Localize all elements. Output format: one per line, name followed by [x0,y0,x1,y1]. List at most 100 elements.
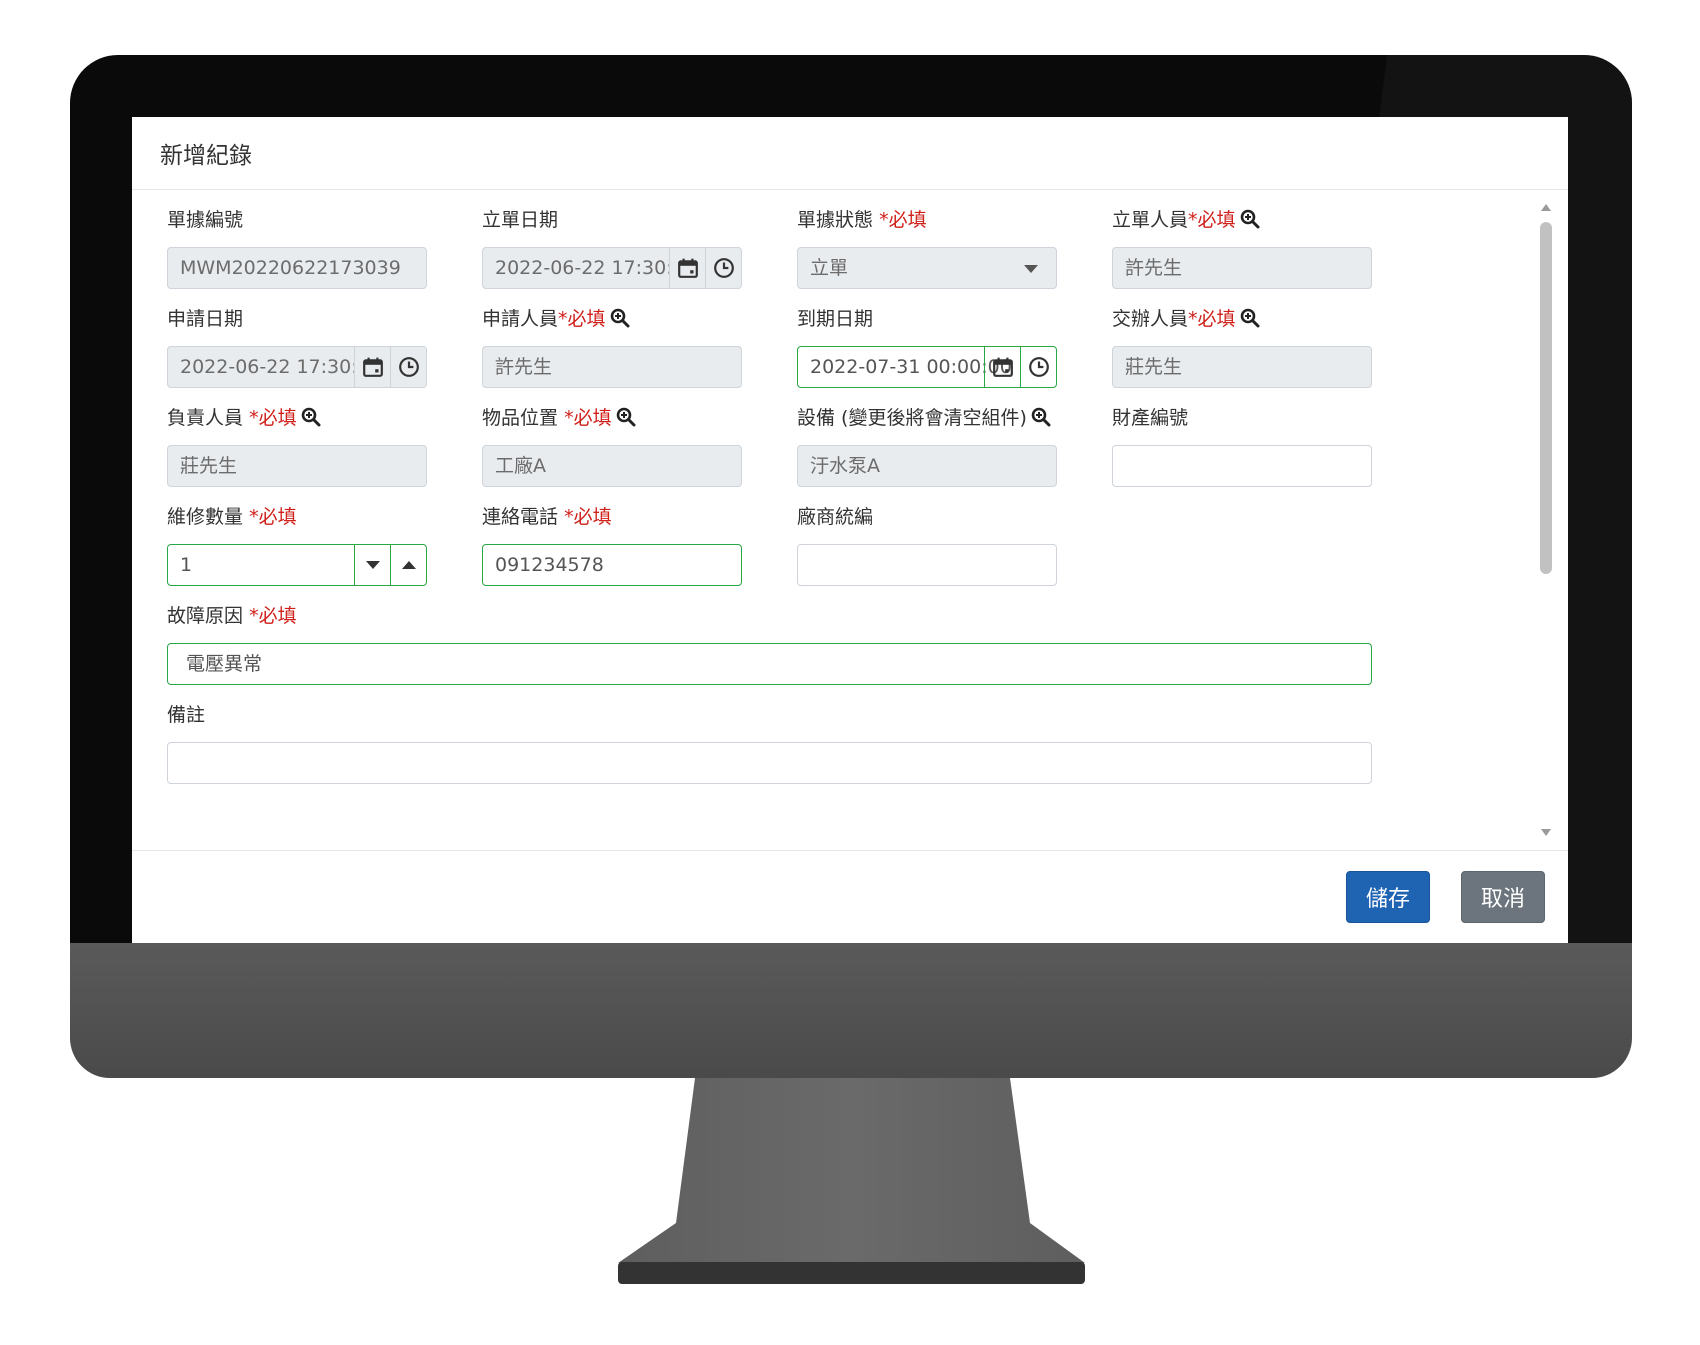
clock-icon[interactable] [705,248,741,288]
owner-value: 莊先生 [180,455,238,477]
zoom-in-icon[interactable] [1240,209,1260,229]
applicant-label: 申請人員 [482,308,559,330]
field-equipment: 設備 (變更後將會清空組件) 汙水泵A [797,403,1057,487]
create-date-value: 2022-06-22 17:30:39 [495,257,697,279]
zoom-in-icon[interactable] [616,407,636,427]
field-apply-date: 申請日期 2022-06-22 17:30:39 [167,304,427,388]
spin-down-icon[interactable] [354,545,390,585]
dropdown-caret-icon [1024,265,1038,273]
field-doc-status: 單據狀態 *必填 立單 [797,205,1057,289]
phone-input[interactable]: 091234578 [482,544,742,586]
location-label: 物品位置 [482,407,559,429]
due-date-input[interactable]: 2022-07-31 00:00:00 [797,346,1057,388]
field-location: 物品位置 *必填 工廠A [482,403,742,487]
repair-qty-label: 維修數量 [167,506,244,528]
dialog-title: 新增紀錄 [160,143,252,169]
field-asset-no: 財產編號 [1112,403,1372,487]
monitor-base [618,1262,1085,1284]
required-mark: *必填 [564,407,612,429]
scroll-thumb[interactable] [1540,222,1552,574]
vendor-tax-id-label: 廠商統編 [797,506,874,528]
calendar-icon[interactable] [984,347,1020,387]
due-date-label: 到期日期 [797,308,874,330]
doc-status-label: 單據狀態 [797,209,874,231]
handler-value: 莊先生 [1125,356,1183,378]
field-applicant: 申請人員*必填 許先生 [482,304,742,388]
required-mark: *必填 [249,506,297,528]
repair-qty-value: 1 [180,554,193,576]
doc-no-value: MWM20220622173039 [180,257,401,279]
field-handler: 交辦人員*必填 莊先生 [1112,304,1372,388]
apply-date-input[interactable]: 2022-06-22 17:30:39 [167,346,427,388]
required-mark: *必填 [249,407,297,429]
equipment-label: 設備 (變更後將會清空組件) [797,407,1027,429]
field-remarks: 備註 [167,700,1372,784]
doc-no-input[interactable]: MWM20220622173039 [167,247,427,289]
location-value: 工廠A [495,455,546,477]
required-mark: *必填 [564,506,612,528]
creator-value: 許先生 [1125,257,1183,279]
field-doc-no: 單據編號 MWM20220622173039 [167,205,427,289]
handler-input[interactable]: 莊先生 [1112,346,1372,388]
asset-no-input[interactable] [1112,445,1372,487]
dialog-scrollbar[interactable] [1538,200,1554,840]
applicant-value: 許先生 [495,356,553,378]
modal-dialog: 新增紀錄 單據編號 MWM20220622173039 立單日期 2022-06… [132,117,1568,943]
create-date-label: 立單日期 [482,209,559,231]
owner-input[interactable]: 莊先生 [167,445,427,487]
doc-no-label: 單據編號 [167,209,244,231]
scroll-down-arrow[interactable] [1541,829,1551,836]
monitor-stand [618,1078,1085,1263]
asset-no-label: 財產編號 [1112,407,1189,429]
phone-value: 091234578 [495,554,604,576]
field-creator: 立單人員*必填 許先生 [1112,205,1372,289]
cancel-button[interactable]: 取消 [1461,871,1545,923]
dialog-header: 新增紀錄 [132,117,1568,190]
field-owner: 負責人員 *必填 莊先生 [167,403,427,487]
scroll-up-arrow[interactable] [1541,204,1551,211]
creator-input[interactable]: 許先生 [1112,247,1372,289]
owner-label: 負責人員 [167,407,244,429]
required-mark: *必填 [1188,308,1236,330]
required-mark: *必填 [879,209,927,231]
phone-label: 連絡電話 [482,506,559,528]
create-date-input[interactable]: 2022-06-22 17:30:39 [482,247,742,289]
remarks-input[interactable] [167,742,1372,784]
apply-date-label: 申請日期 [167,308,244,330]
calendar-icon[interactable] [354,347,390,387]
field-repair-qty: 維修數量 *必填 1 [167,502,427,586]
zoom-in-icon[interactable] [1240,308,1260,328]
monitor-chin [70,943,1632,1078]
apply-date-value: 2022-06-22 17:30:39 [180,356,382,378]
repair-qty-stepper[interactable]: 1 [167,544,427,586]
spin-up-icon[interactable] [390,545,426,585]
zoom-in-icon[interactable] [301,407,321,427]
zoom-in-icon[interactable] [610,308,630,328]
field-due-date: 到期日期 2022-07-31 00:00:00 [797,304,1057,388]
fault-reason-label: 故障原因 [167,605,244,627]
doc-status-select[interactable]: 立單 [797,247,1057,289]
due-date-value: 2022-07-31 00:00:00 [810,356,1012,378]
zoom-in-icon[interactable] [1031,407,1051,427]
handler-label: 交辦人員 [1112,308,1189,330]
clock-icon[interactable] [390,347,426,387]
equipment-value: 汙水泵A [810,455,880,477]
calendar-icon[interactable] [669,248,705,288]
location-input[interactable]: 工廠A [482,445,742,487]
applicant-input[interactable]: 許先生 [482,346,742,388]
fault-reason-value: 電壓異常 [186,653,263,675]
remarks-label: 備註 [167,704,206,726]
field-vendor-tax-id: 廠商統編 [797,502,1057,586]
save-button[interactable]: 儲存 [1346,871,1430,923]
required-mark: *必填 [1188,209,1236,231]
creator-label: 立單人員 [1112,209,1189,231]
vendor-tax-id-input[interactable] [797,544,1057,586]
dialog-body: 單據編號 MWM20220622173039 立單日期 2022-06-22 1… [132,190,1568,850]
doc-status-value: 立單 [810,257,849,279]
clock-icon[interactable] [1020,347,1056,387]
equipment-input[interactable]: 汙水泵A [797,445,1057,487]
field-fault-reason: 故障原因 *必填 電壓異常 [167,601,1372,685]
field-create-date: 立單日期 2022-06-22 17:30:39 [482,205,742,289]
dialog-footer: 儲存 取消 [132,850,1568,943]
fault-reason-input[interactable]: 電壓異常 [167,643,1372,685]
